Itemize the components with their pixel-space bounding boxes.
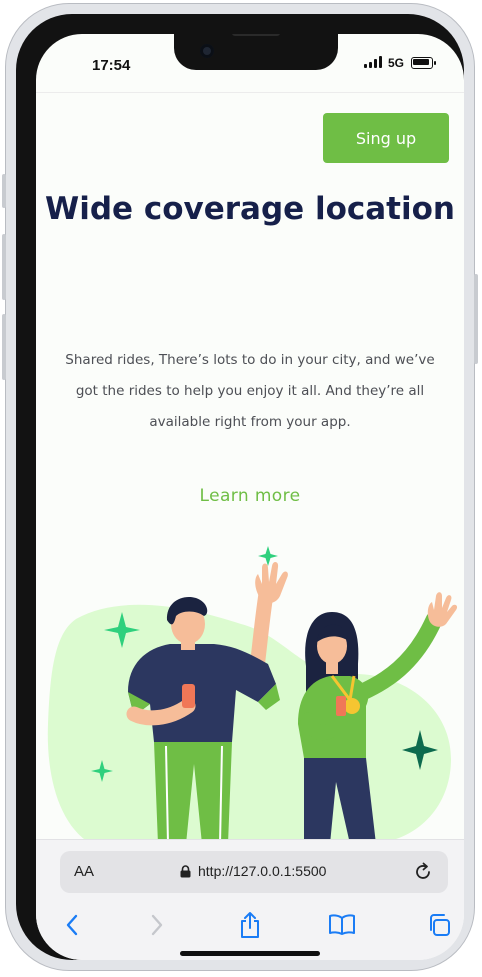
hero-title: Wide coverage location [45, 191, 455, 227]
forward-button[interactable] [140, 908, 174, 942]
home-indicator [180, 951, 320, 956]
browser-nav [36, 908, 464, 942]
tabs-icon [430, 914, 450, 936]
reload-icon[interactable] [412, 861, 434, 883]
background-blob [47, 604, 451, 844]
hero-description: Shared rides, There’s lots to do in your… [65, 352, 435, 430]
medal-icon [344, 698, 360, 714]
battery-icon [411, 57, 436, 69]
back-icon [66, 914, 78, 936]
waving-hand-icon [255, 561, 288, 604]
share-button[interactable] [233, 908, 267, 942]
phone-bezel: 17:54 5G Sing up Wide coverage location … [16, 14, 464, 960]
waving-hand-icon [427, 592, 458, 627]
tabs-button[interactable] [422, 908, 456, 942]
volume-down-button [2, 314, 6, 380]
bookmarks-icon [329, 914, 355, 935]
speaker [232, 34, 280, 36]
phone-icon [336, 696, 346, 716]
volume-up-button [2, 234, 6, 300]
phone-icon [182, 684, 195, 708]
front-camera [200, 44, 214, 58]
notch [174, 34, 338, 70]
signal-icon [364, 56, 384, 68]
phone-frame: 17:54 5G Sing up Wide coverage location … [2, 3, 478, 971]
forward-icon [151, 914, 163, 936]
url-text[interactable]: http://127.0.0.1:5500 [198, 863, 326, 879]
bookmarks-button[interactable] [325, 908, 359, 942]
mute-switch [2, 174, 6, 208]
riders-illustration [47, 546, 458, 844]
screen: 17:54 5G Sing up Wide coverage location … [36, 34, 464, 960]
status-time: 17:54 [92, 57, 131, 74]
address-bar[interactable]: AA http://127.0.0.1:5500 [60, 851, 448, 893]
back-button[interactable] [55, 908, 89, 942]
reader-options-button[interactable]: AA [74, 863, 94, 880]
share-icon [241, 912, 259, 938]
signup-button[interactable]: Sing up [323, 113, 449, 163]
learn-more-link[interactable]: Learn more [36, 486, 464, 506]
lock-icon [180, 865, 191, 878]
network-type: 5G [388, 56, 405, 70]
status-divider [36, 92, 464, 93]
browser-toolbar: AA http://127.0.0.1:5500 [36, 839, 464, 960]
power-button [474, 274, 478, 364]
